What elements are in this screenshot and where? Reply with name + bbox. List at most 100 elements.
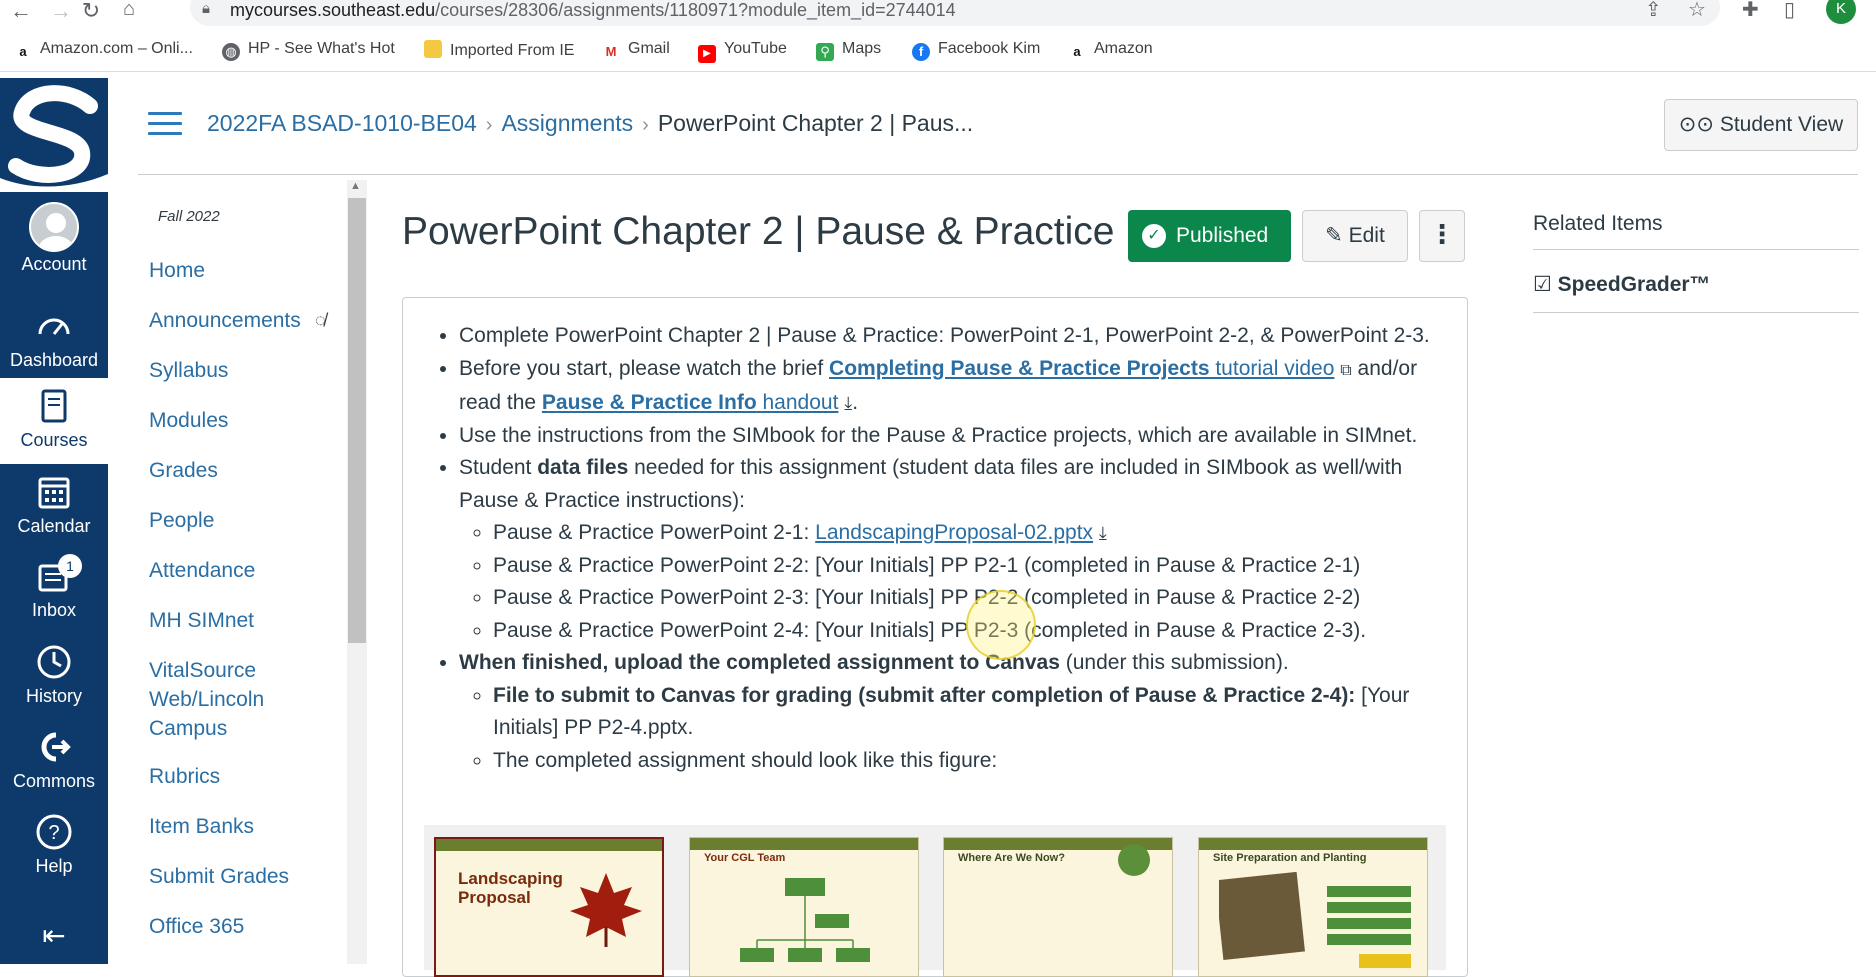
course-nav-home[interactable]: Home [149, 256, 349, 285]
globe-icon: ◍ [222, 43, 240, 61]
course-nav-modules[interactable]: Modules [149, 406, 349, 435]
course-nav-scroll-thumb[interactable] [348, 198, 366, 643]
star-icon[interactable]: ☆ [1688, 0, 1706, 22]
list-item: Pause & Practice PowerPoint 2-2: [Your I… [493, 550, 1459, 583]
nav-inbox[interactable]: 1 Inbox [0, 548, 108, 632]
student-view-button[interactable]: ⊙⊙ Student View [1664, 99, 1858, 151]
book-icon [34, 386, 74, 426]
extensions-icon[interactable]: ✚ [1742, 0, 1759, 22]
inbox-badge: 1 [58, 554, 82, 578]
help-icon: ? [34, 812, 74, 852]
glasses-icon: ⊙⊙ [1678, 113, 1714, 136]
course-nav-syllabus[interactable]: Syllabus [149, 356, 349, 385]
course-nav-office-365[interactable]: Office 365 [149, 912, 349, 941]
scroll-up-icon[interactable]: ▲ [350, 180, 361, 192]
course-nav-item-banks[interactable]: Item Banks [149, 812, 349, 841]
home-icon[interactable]: ⌂ [114, 0, 144, 21]
profile-avatar[interactable]: K [1826, 0, 1856, 24]
breadcrumb-course[interactable]: 2022FA BSAD-1010-BE04 [207, 110, 477, 136]
nav-help[interactable]: ? Help [0, 804, 108, 888]
maple-leaf-icon [570, 873, 642, 947]
course-nav-people[interactable]: People [149, 506, 349, 535]
related-items-heading: Related Items [1533, 212, 1663, 235]
nav-history[interactable]: History [0, 634, 108, 718]
svg-text:?: ? [48, 822, 59, 844]
bookmark-imported-ie[interactable]: Imported From IE [424, 40, 574, 60]
browser-toolbar: ← → ↻ ⌂ 🔒︎ mycourses.southeast.edu/cours… [0, 0, 1876, 30]
bookmark-facebook[interactable]: f Facebook Kim [912, 40, 1040, 61]
download-icon[interactable]: ⤓ [1099, 523, 1107, 543]
chevron-right-icon: › [485, 114, 493, 136]
bookmarks-bar: a Amazon.com – Onli... ◍ HP - See What's H… [0, 30, 1876, 72]
list-item: When finished, upload the completed assi… [459, 647, 1459, 777]
url-host: mycourses.southeast.edu [230, 0, 436, 20]
back-icon[interactable]: ← [6, 0, 36, 24]
course-nav-vitalsource[interactable]: VitalSource Web/Lincoln Campus [149, 656, 299, 743]
nav-calendar[interactable]: Calendar [0, 464, 108, 548]
external-link-icon: ⧉ [1340, 361, 1352, 379]
youtube-icon: ▶ [698, 45, 716, 63]
forward-icon[interactable]: → [46, 0, 76, 24]
list-item: The completed assignment should look lik… [493, 745, 1459, 778]
breadcrumb: 2022FA BSAD-1010-BE04 › Assignments › PowerP… [207, 110, 973, 137]
speedgrader-icon: ☑ [1533, 273, 1552, 296]
chevron-right-icon: › [642, 114, 649, 136]
gmail-icon: M [605, 44, 617, 59]
folder-icon [424, 40, 442, 58]
course-nav-attendance[interactable]: Attendance [149, 556, 349, 585]
reload-icon[interactable]: ↻ [76, 0, 106, 24]
bookmark-maps[interactable]: ⚲ Maps [816, 40, 881, 61]
nav-courses[interactable]: Courses [0, 378, 108, 464]
pencil-icon: ✎ [1325, 224, 1343, 247]
more-options-button[interactable]: ⋮ [1419, 210, 1465, 262]
share-icon[interactable]: ⇪ [1645, 0, 1662, 22]
course-menu-toggle[interactable] [148, 112, 182, 136]
related-divider [1533, 249, 1859, 250]
course-nav-grades[interactable]: Grades [149, 456, 349, 485]
edit-button[interactable]: ✎ Edit [1302, 210, 1408, 262]
slide-thumbnail-4: Site Preparation and Planting [1198, 837, 1428, 977]
slide-thumbnail-3: Where Are We Now? [943, 837, 1173, 977]
bookmark-amazon[interactable]: a Amazon [1068, 40, 1152, 61]
breadcrumb-assignments[interactable]: Assignments [501, 110, 633, 136]
dashboard-icon [34, 306, 74, 346]
completed-figure: Landscaping Proposal Your CGL Team Where… [424, 825, 1446, 977]
checkmark-icon: ✓ [1142, 224, 1166, 248]
breadcrumb-current: PowerPoint Chapter 2 | Paus... [657, 110, 974, 136]
nav-commons[interactable]: Commons [0, 719, 108, 803]
amazon-icon: a [19, 44, 27, 59]
address-bar[interactable]: 🔒︎ mycourses.southeast.edu/courses/28306… [190, 0, 1720, 26]
collapse-nav-button[interactable]: ⇤ [0, 914, 108, 954]
list-item: File to submit to Canvas for grading (su… [493, 680, 1459, 745]
page-title: PowerPoint Chapter 2 | Pause & Practice [402, 210, 1115, 253]
nav-account[interactable]: Account [0, 196, 108, 280]
course-nav-rubrics[interactable]: Rubrics [149, 762, 349, 791]
tutorial-video-link[interactable]: Completing Pause & Practice Projects tut… [829, 357, 1334, 380]
term-label: Fall 2022 [158, 208, 220, 225]
bookmark-hp[interactable]: ◍ HP - See What's Hot [222, 40, 395, 61]
handout-link[interactable]: Pause & Practice Info handout [542, 391, 839, 414]
bookmark-amazon-onli[interactable]: a Amazon.com – Onli... [14, 40, 193, 61]
clock-icon [34, 642, 74, 682]
commons-icon [34, 727, 74, 767]
url-path: /courses/28306/assignments/1180971?modul… [435, 0, 956, 20]
course-nav-submit-grades[interactable]: Submit Grades [149, 862, 349, 891]
cursor-highlight [966, 590, 1036, 660]
collapse-icon: ⇤ [42, 920, 66, 951]
data-file-link[interactable]: LandscapingProposal-02.pptx [815, 521, 1093, 544]
maps-icon: ⚲ [816, 43, 834, 61]
list-item: Student data files needed for this assig… [459, 452, 1459, 647]
course-nav-mh-simnet[interactable]: MH SIMnet [149, 606, 349, 635]
speedgrader-link[interactable]: ☑ SpeedGrader™ [1533, 272, 1711, 297]
sidepanel-icon[interactable]: ▯ [1784, 0, 1795, 22]
course-nav-announcements[interactable]: Announcements ◌̸ [149, 306, 349, 335]
published-button[interactable]: ✓ Published [1128, 210, 1291, 262]
bookmark-gmail[interactable]: M Gmail [602, 40, 670, 61]
nav-dashboard[interactable]: Dashboard [0, 298, 108, 382]
bookmark-youtube[interactable]: ▶ YouTube [698, 40, 787, 63]
global-navigation: Account Dashboard Courses Calendar 1 Inb… [0, 78, 108, 964]
slide-thumbnail-2: Your CGL Team [689, 837, 919, 977]
list-item: Before you start, please watch the brief… [459, 353, 1459, 420]
institution-logo[interactable] [0, 78, 108, 192]
list-item: Complete PowerPoint Chapter 2 | Pause & … [459, 320, 1459, 353]
